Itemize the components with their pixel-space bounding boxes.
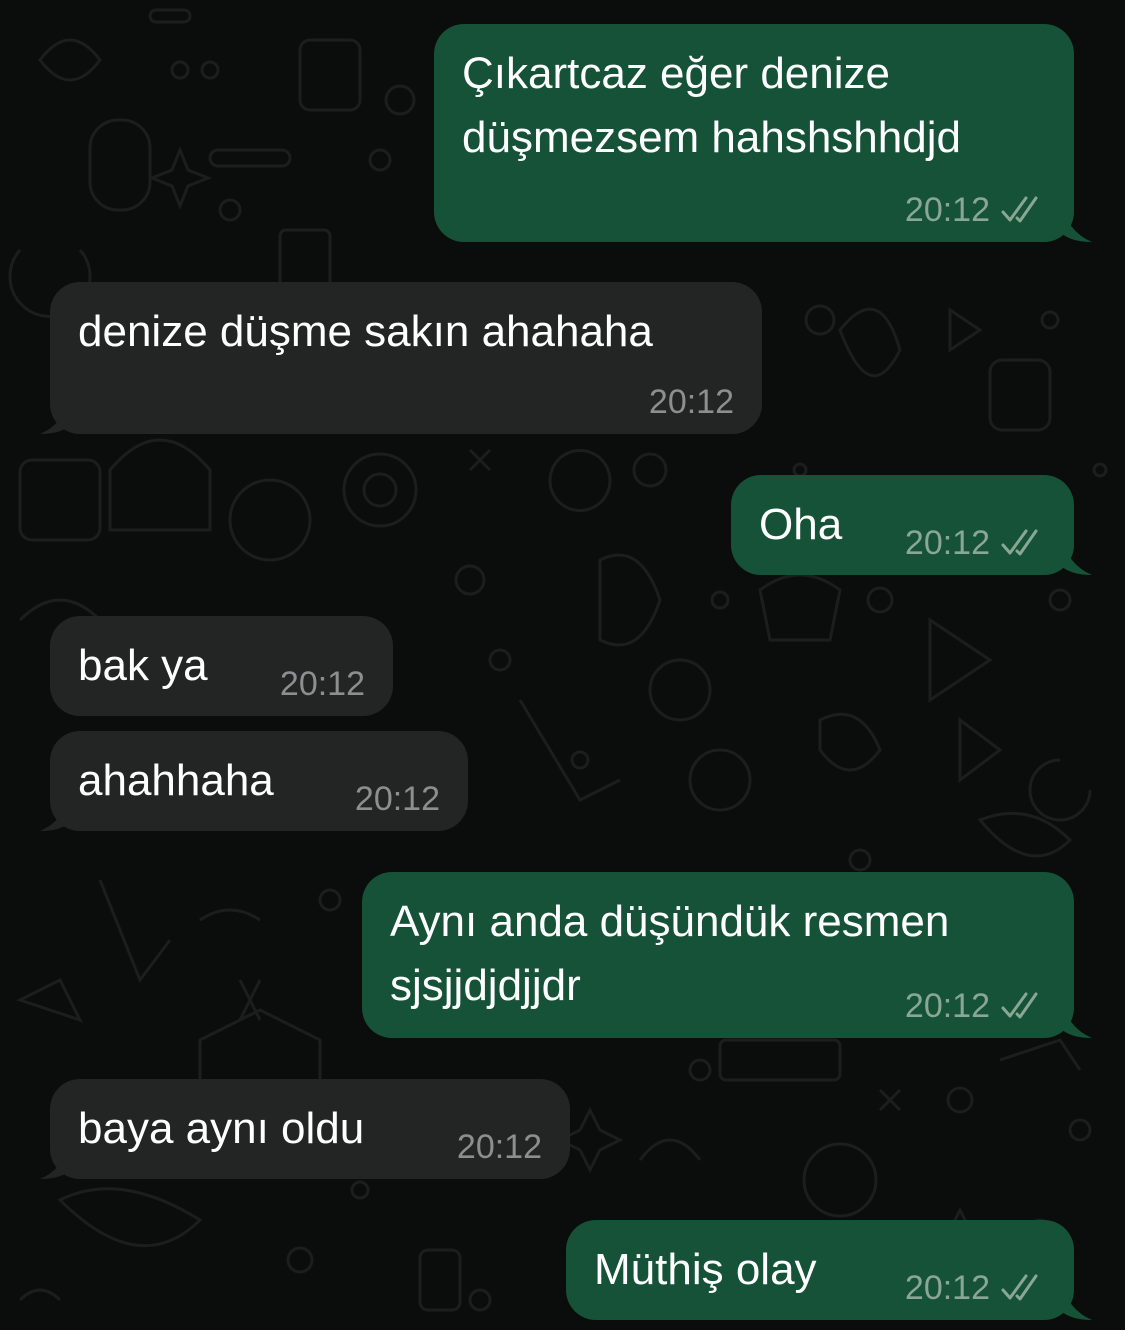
- double-check-icon: [1001, 196, 1038, 223]
- message-text: Çıkartcaz eğer denize düşmezsem hahshshh…: [462, 49, 961, 162]
- message-meta: 20:12: [905, 190, 1046, 230]
- outgoing-message[interactable]: Aynı anda düşündük resmen sjsjjdjdjjdr 2…: [362, 872, 1074, 1038]
- message-meta: 20:12: [280, 664, 365, 704]
- message-text: Aynı anda düşündük resmen sjsjjdjdjjdr: [390, 897, 950, 1010]
- outgoing-message[interactable]: Çıkartcaz eğer denize düşmezsem hahshshh…: [434, 24, 1074, 242]
- message-text: ahahhaha: [78, 756, 274, 805]
- double-check-icon: [1001, 529, 1038, 556]
- double-check-icon: [1001, 992, 1038, 1019]
- message-text: baya aynı oldu: [78, 1104, 365, 1153]
- bubble-tail: [1060, 1280, 1092, 1320]
- incoming-message[interactable]: baya aynı oldu 20:12: [50, 1079, 570, 1179]
- message-time: 20:12: [456, 1128, 542, 1166]
- message-meta: 20:12: [457, 1127, 542, 1167]
- bubble-tail: [1060, 535, 1092, 575]
- incoming-message[interactable]: ahahhaha 20:12: [50, 731, 468, 831]
- message-meta: 20:12: [649, 382, 734, 422]
- message-text: Oha: [759, 500, 843, 549]
- message-meta: 20:12: [905, 986, 1046, 1026]
- incoming-message[interactable]: bak ya 20:12: [50, 616, 393, 716]
- message-time: 20:12: [904, 524, 990, 562]
- incoming-message[interactable]: denize düşme sakın ahahaha 20:12: [50, 282, 762, 434]
- bubble-tail: [1060, 998, 1092, 1038]
- outgoing-message[interactable]: Oha 20:12: [731, 475, 1074, 575]
- message-time: 20:12: [279, 665, 365, 703]
- double-check-icon: [1001, 1274, 1038, 1301]
- message-meta: 20:12: [905, 523, 1046, 563]
- outgoing-message[interactable]: Müthiş olay 20:12: [566, 1220, 1074, 1320]
- message-text: denize düşme sakın ahahaha: [78, 307, 653, 356]
- bubble-tail: [40, 1139, 72, 1179]
- message-meta: 20:12: [905, 1268, 1046, 1308]
- message-time: 20:12: [904, 1269, 990, 1307]
- message-time: 20:12: [354, 780, 440, 818]
- message-time: 20:12: [904, 987, 990, 1025]
- bubble-tail: [40, 791, 72, 831]
- bubble-tail: [40, 394, 72, 434]
- message-text: Müthiş olay: [594, 1245, 817, 1294]
- message-time: 20:12: [904, 191, 990, 229]
- message-list: Çıkartcaz eğer denize düşmezsem hahshshh…: [0, 0, 1125, 1330]
- message-text: bak ya: [78, 641, 208, 690]
- bubble-tail: [1060, 202, 1092, 242]
- message-meta: 20:12: [355, 779, 440, 819]
- message-time: 20:12: [648, 383, 734, 421]
